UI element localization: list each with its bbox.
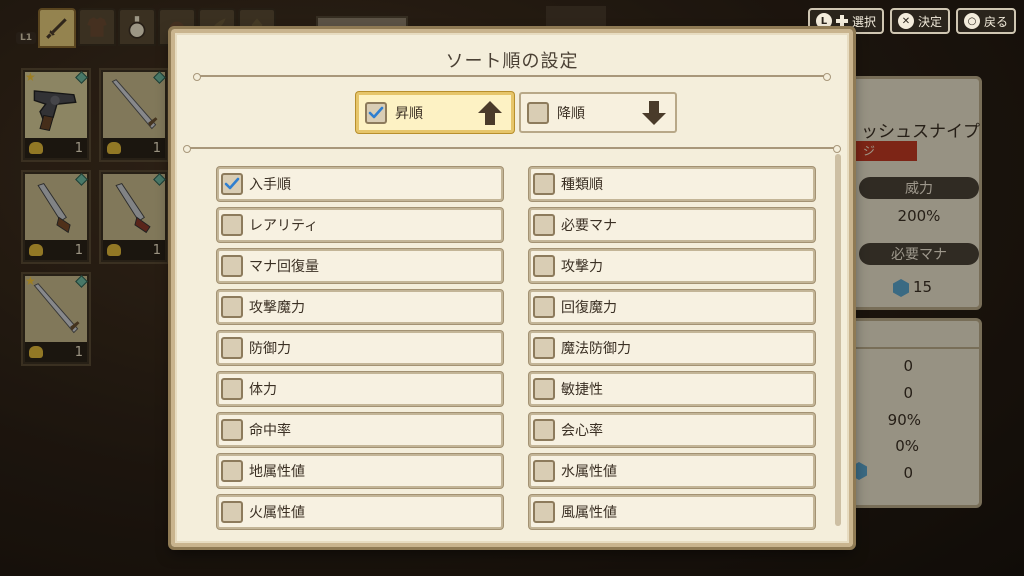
- sort-option[interactable]: 魔法防御力: [529, 331, 815, 365]
- sort-option-label: 地属性値: [249, 464, 305, 480]
- sort-option[interactable]: 必要マナ: [529, 208, 815, 242]
- sort-option-checkbox[interactable]: [533, 173, 555, 195]
- sort-option-checkbox[interactable]: [533, 501, 555, 523]
- sort-option-checkbox[interactable]: [533, 214, 555, 236]
- sort-option[interactable]: 風属性値: [529, 495, 815, 529]
- sort-option[interactable]: マナ回復量: [217, 249, 503, 283]
- sort-option[interactable]: 水属性値: [529, 454, 815, 488]
- sort-option-checkbox[interactable]: [221, 296, 243, 318]
- sort-option-checkbox[interactable]: [533, 255, 555, 277]
- check-icon: [368, 106, 384, 118]
- sort-option-checkbox[interactable]: [533, 460, 555, 482]
- sort-option-label: 攻撃魔力: [249, 300, 305, 316]
- sort-option[interactable]: 防御力: [217, 331, 503, 365]
- circle-button-icon: ○: [963, 13, 980, 29]
- sort-option-checkbox[interactable]: [221, 460, 243, 482]
- sort-option-checkbox[interactable]: [221, 419, 243, 441]
- sort-option-list: 入手順 種類順レアリティ 必要マナマナ回復量 攻撃力攻撃魔力 回復魔力防御力 魔法防御力体…: [217, 167, 815, 529]
- confirm-hint-label: 決定: [917, 14, 942, 29]
- sort-option-label: 入手順: [249, 177, 291, 193]
- sort-option-checkbox[interactable]: [221, 255, 243, 277]
- sort-option-checkbox[interactable]: [221, 337, 243, 359]
- section-divider: [183, 145, 841, 153]
- sort-option-checkbox[interactable]: [533, 378, 555, 400]
- sort-option-label: マナ回復量: [249, 259, 319, 275]
- title-divider: [193, 73, 831, 81]
- sort-option-label: 体力: [249, 382, 277, 398]
- sort-option-label: 回復魔力: [561, 300, 617, 316]
- sort-option[interactable]: 種類順: [529, 167, 815, 201]
- sort-option-label: 魔法防御力: [561, 341, 631, 357]
- arrow-down-icon: [642, 100, 666, 125]
- descending-checkbox[interactable]: [527, 101, 549, 124]
- sort-option[interactable]: 入手順: [217, 167, 503, 201]
- cross-button-icon: ✕: [897, 13, 914, 29]
- confirm-hint[interactable]: ✕ 決定: [889, 8, 950, 34]
- sort-option-label: レアリティ: [249, 218, 319, 234]
- sort-option-label: 必要マナ: [561, 218, 617, 234]
- sort-option-checkbox[interactable]: [221, 378, 243, 400]
- ascending-label: 昇順: [395, 105, 423, 122]
- sort-option[interactable]: 攻撃魔力: [217, 290, 503, 324]
- sort-option-label: 会心率: [561, 423, 603, 439]
- sort-option[interactable]: 命中率: [217, 413, 503, 447]
- sort-option-label: 火属性値: [249, 505, 305, 521]
- sort-option-checkbox[interactable]: [533, 337, 555, 359]
- ascending-button[interactable]: 昇順: [356, 92, 514, 133]
- sort-option-checkbox[interactable]: [221, 173, 243, 195]
- ascending-checkbox[interactable]: [365, 101, 387, 124]
- back-hint-label: 戻る: [983, 14, 1008, 29]
- sort-order-dialog: ソート順の設定 昇順 降順 入手順 種類順レアリティ 必要マナマナ回復量 攻撃力攻撃魔…: [168, 26, 856, 550]
- sort-option-label: 風属性値: [561, 505, 617, 521]
- sort-option-checkbox[interactable]: [533, 296, 555, 318]
- check-icon: [224, 177, 240, 190]
- scrollbar-thumb[interactable]: [835, 154, 841, 526]
- sort-option[interactable]: レアリティ: [217, 208, 503, 242]
- sort-option[interactable]: 地属性値: [217, 454, 503, 488]
- select-hint-label: 選択: [851, 14, 876, 29]
- arrow-up-icon: [478, 100, 502, 125]
- sort-option-label: 敏捷性: [561, 382, 603, 398]
- back-hint[interactable]: ○ 戻る: [955, 8, 1016, 34]
- descending-label: 降順: [557, 105, 585, 122]
- sort-option-checkbox[interactable]: [533, 419, 555, 441]
- sort-option-label: 水属性値: [561, 464, 617, 480]
- sort-option-label: 防御力: [249, 341, 291, 357]
- dialog-title: ソート順の設定: [445, 51, 579, 72]
- dpad-icon: [835, 15, 848, 27]
- sort-option-checkbox[interactable]: [221, 501, 243, 523]
- sort-option-label: 攻撃力: [561, 259, 603, 275]
- sort-option[interactable]: 火属性値: [217, 495, 503, 529]
- sort-option-checkbox[interactable]: [221, 214, 243, 236]
- sort-option[interactable]: 回復魔力: [529, 290, 815, 324]
- sort-option-label: 種類順: [561, 177, 603, 193]
- sort-option-label: 命中率: [249, 423, 291, 439]
- option-scrollbar[interactable]: [835, 154, 841, 526]
- sort-option[interactable]: 会心率: [529, 413, 815, 447]
- descending-button[interactable]: 降順: [519, 92, 677, 133]
- sort-option[interactable]: 攻撃力: [529, 249, 815, 283]
- l-dpad-icon: L: [815, 13, 832, 29]
- sort-option[interactable]: 敏捷性: [529, 372, 815, 406]
- sort-option[interactable]: 体力: [217, 372, 503, 406]
